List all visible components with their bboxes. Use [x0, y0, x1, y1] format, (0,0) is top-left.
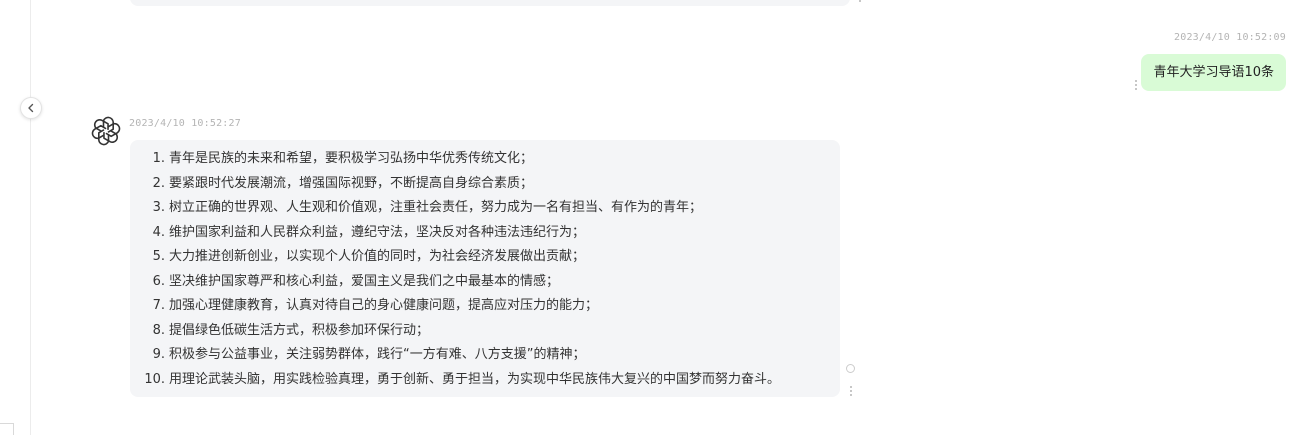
list-item: 9. 积极参与公益事业，关注弱势群体，践行“一方有难、八方支援”的精神； — [130, 343, 840, 368]
list-item-text: 青年是民族的未来和希望，要积极学习弘扬中华优秀传统文化； — [169, 151, 534, 166]
assistant-message-timestamp: 2023/4/10 10:52:27 — [129, 118, 241, 129]
list-item: 10. 用理论武装头脑，用实践检验真理，勇于创新、勇于担当，为实现中华民族伟大复… — [130, 368, 840, 393]
list-item-text: 维护国家利益和人民群众利益，遵纪守法，坚决反对各种违法违纪行为； — [169, 224, 586, 240]
list-item-number: 10. — [144, 371, 165, 387]
list-item: 1. 青年是民族的未来和希望，要积极学习弘扬中华优秀传统文化； — [130, 147, 840, 172]
list-item: 6. 坚决维护国家尊严和核心利益，爱国主义是我们之中最基本的情感； — [130, 270, 840, 295]
list-item-text: 大力推进创新创业，以实现个人价值的同时，为社会经济发展做出贡献； — [169, 249, 586, 264]
list-item-text: 要紧跟时代发展潮流，增强国际视野，不断提高自身综合素质； — [169, 175, 534, 191]
list-item: 4. 维护国家利益和人民群众利益，遵纪守法，坚决反对各种违法违纪行为； — [130, 221, 840, 246]
list-item-number: 6. — [152, 273, 165, 289]
list-item-number: 4. — [152, 224, 165, 240]
assistant-message-bubble: 1. 青年是民族的未来和希望，要积极学习弘扬中华优秀传统文化； 2. 要紧跟时代… — [130, 140, 840, 397]
chat-page: 2023/4/10 10:52:09 青年大学习导语10条 2023/4/10 … — [0, 0, 1298, 435]
list-item-number: 3. — [152, 200, 165, 215]
list-item-number: 5. — [152, 249, 165, 264]
answer-list: 1. 青年是民族的未来和希望，要积极学习弘扬中华优秀传统文化； 2. 要紧跟时代… — [130, 147, 840, 392]
list-item-number: 1. — [152, 151, 165, 166]
loading-ring-icon — [846, 364, 855, 373]
list-item-text: 加强心理健康教育，认真对待自己的身心健康问题，提高应对压力的能力； — [169, 298, 599, 313]
sidebar-divider — [30, 0, 31, 435]
assistant-message-more-icon[interactable] — [849, 386, 853, 396]
previous-message-more-icon[interactable] — [858, 0, 862, 2]
user-message-more-icon[interactable] — [1134, 80, 1138, 90]
list-item-text: 树立正确的世界观、人生观和价值观，注重社会责任，努力成为一名有担当、有作为的青年… — [169, 200, 703, 215]
list-item-number: 7. — [152, 298, 165, 313]
list-item-text: 积极参与公益事业，关注弱势群体，践行“一方有难、八方支援”的精神； — [169, 347, 586, 362]
chevron-left-icon — [28, 103, 34, 113]
list-item: 3. 树立正确的世界观、人生观和价值观，注重社会责任，努力成为一名有担当、有作为… — [130, 196, 840, 221]
list-item-number: 2. — [152, 175, 165, 191]
collapse-sidebar-button[interactable] — [20, 97, 42, 119]
sidebar-corner-marker — [0, 423, 14, 435]
list-item-text: 坚决维护国家尊严和核心利益，爱国主义是我们之中最基本的情感； — [169, 273, 560, 289]
list-item-number: 8. — [152, 322, 165, 338]
list-item: 7. 加强心理健康教育，认真对待自己的身心健康问题，提高应对压力的能力； — [130, 294, 840, 319]
list-item: 5. 大力推进创新创业，以实现个人价值的同时，为社会经济发展做出贡献； — [130, 245, 840, 270]
openai-logo-icon — [91, 116, 121, 146]
list-item-number: 9. — [152, 347, 165, 362]
user-message-bubble: 青年大学习导语10条 — [1141, 54, 1286, 91]
list-item-text: 提倡绿色低碳生活方式，积极参加环保行动； — [169, 322, 430, 338]
user-message-timestamp: 2023/4/10 10:52:09 — [1174, 32, 1286, 43]
list-item-text: 用理论武装头脑，用实践检验真理，勇于创新、勇于担当，为实现中华民族伟大复兴的中国… — [169, 371, 781, 387]
list-item: 8. 提倡绿色低碳生活方式，积极参加环保行动； — [130, 319, 840, 344]
list-item: 2. 要紧跟时代发展潮流，增强国际视野，不断提高自身综合素质； — [130, 172, 840, 197]
previous-message-bubble — [130, 0, 850, 6]
